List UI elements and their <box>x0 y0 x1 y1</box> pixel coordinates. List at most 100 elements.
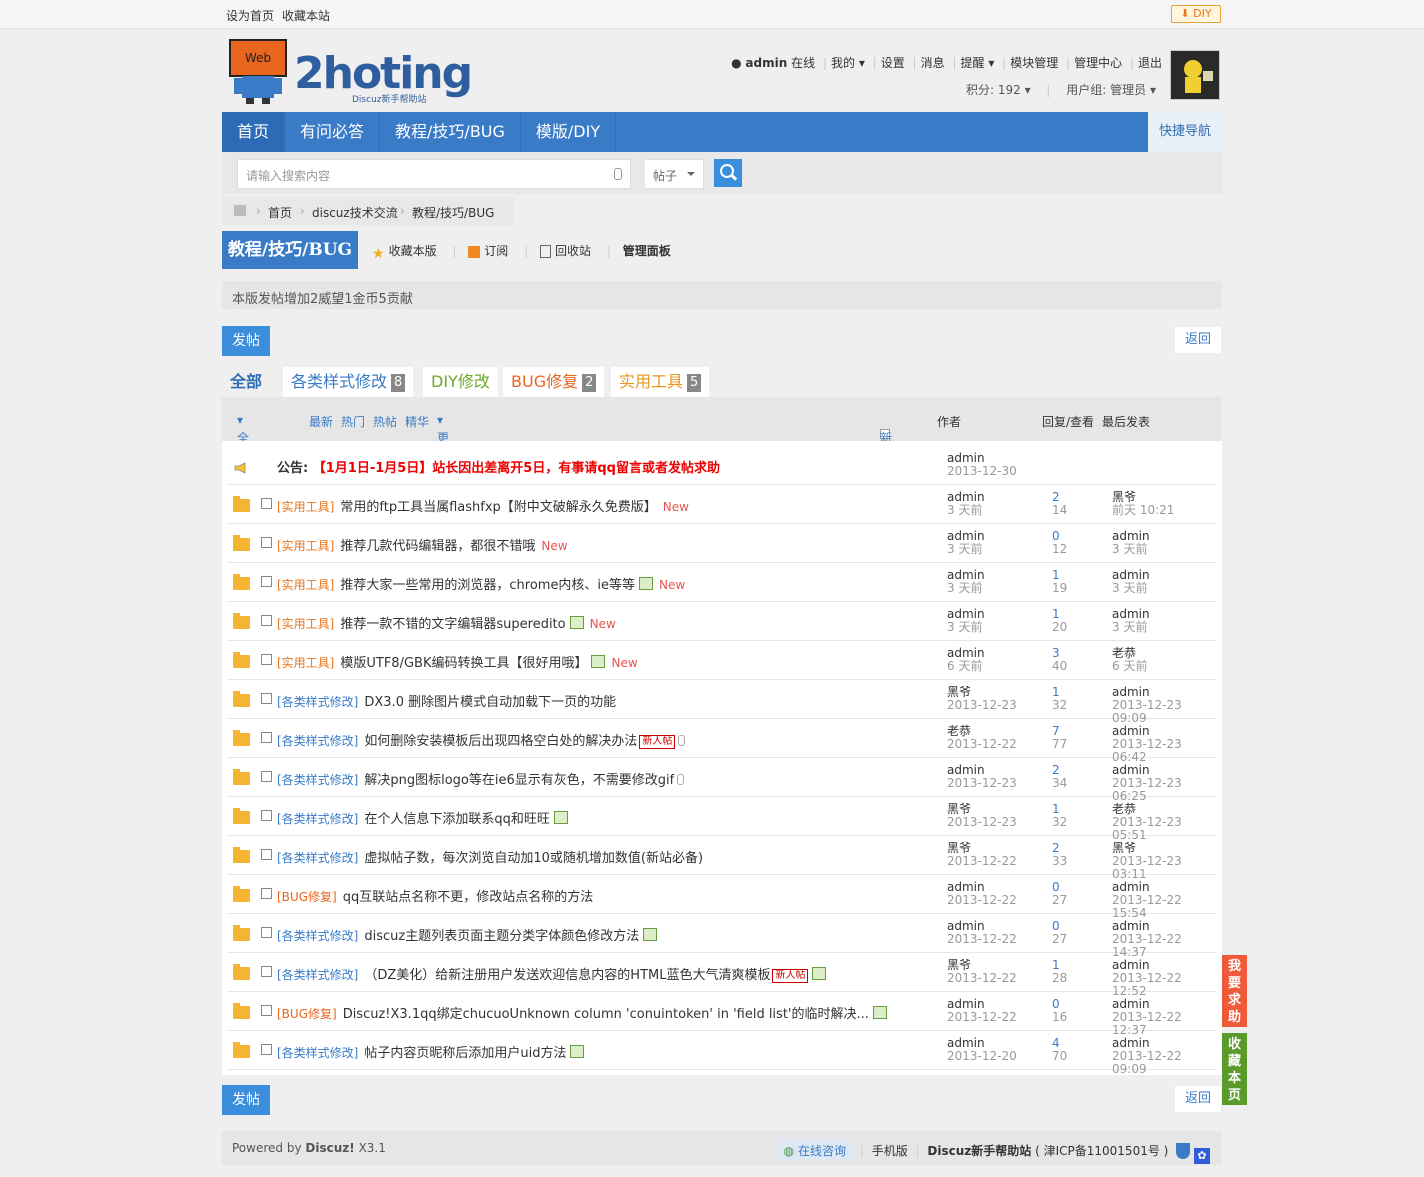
online-consult-button[interactable]: ◍ 在线咨询 <box>777 1140 852 1161</box>
thread-checkbox[interactable] <box>261 771 272 782</box>
thread-title-link[interactable]: 虚拟帖子数，每次浏览自动加10或随机增加数值(新站必备) <box>364 851 703 866</box>
mobile-link[interactable]: 手机版 <box>872 1144 908 1158</box>
set-home-link[interactable]: 设为首页 <box>226 9 274 23</box>
filter-more[interactable]: 更多 ▾ <box>437 413 449 462</box>
thread-type-link[interactable]: [实用工具] <box>277 500 334 514</box>
post-button[interactable]: 发帖 <box>222 326 270 356</box>
thread-title-link[interactable]: discuz主题列表页面主题分类字体颜色修改方法 <box>364 929 639 944</box>
tab-all[interactable]: 全部 <box>222 367 270 397</box>
microphone-icon[interactable] <box>614 168 622 180</box>
thread-type-link[interactable]: [各类样式修改] <box>277 734 358 748</box>
last-post-time[interactable]: 6 天前 <box>1112 660 1147 673</box>
breadcrumb-forum[interactable]: 教程/技巧/BUG <box>412 204 494 221</box>
recycle-bin-button[interactable]: 回收站 <box>540 244 591 258</box>
last-post-time[interactable]: 3 天前 <box>1112 543 1150 556</box>
thread-type-link[interactable]: [实用工具] <box>277 578 334 592</box>
thread-title-link[interactable]: qq互联站点名称不更，修改站点名称的方法 <box>343 890 594 905</box>
thread-title-link[interactable]: 常用的ftp工具当属flashfxp【附中文破解永久免费版】 <box>340 500 656 515</box>
thread-type-link[interactable]: [各类样式修改] <box>277 929 358 943</box>
post-button-bottom[interactable]: 发帖 <box>222 1085 270 1115</box>
thread-row[interactable]: [BUG修复] Discuz!X3.1qq绑定chucuoUnknown colu… <box>228 992 1216 1037</box>
filter-hot[interactable]: 热门 <box>341 413 365 430</box>
menu-messages[interactable]: 消息 <box>921 56 945 70</box>
tab-bug-fixes[interactable]: BUG修复 2 <box>503 367 605 397</box>
thread-checkbox[interactable] <box>261 849 272 860</box>
thread-row[interactable]: [各类样式修改] 解决png图标logo等在ie6显示有灰色，不需要修改gif ad… <box>228 758 1216 803</box>
menu-logout[interactable]: 退出 <box>1138 56 1162 70</box>
tab-tools[interactable]: 实用工具 5 <box>611 367 710 397</box>
thread-checkbox[interactable] <box>261 693 272 704</box>
thread-title-link[interactable]: 推荐一款不错的文字编辑器superedito <box>340 617 565 632</box>
thread-type-link[interactable]: [BUG修复] <box>277 890 337 904</box>
filter-latest[interactable]: 最新 <box>309 413 333 430</box>
thread-row[interactable]: [实用工具] 推荐大家一些常用的浏览器，chrome内核、ie等等 New admin… <box>228 563 1216 602</box>
favorite-forum-button[interactable]: ★ 收藏本版 <box>372 244 437 262</box>
subscribe-button[interactable]: 订阅 <box>468 244 508 258</box>
thread-checkbox[interactable] <box>261 1044 272 1055</box>
thread-checkbox[interactable] <box>261 498 272 509</box>
thread-row[interactable]: [BUG修复] qq互联站点名称不更，修改站点名称的方法 admin 2013-12-… <box>228 875 1216 920</box>
thread-checkbox[interactable] <box>261 1005 272 1016</box>
nav-item-tutorials[interactable]: 教程/技巧/BUG <box>380 112 521 152</box>
thread-title-link[interactable]: 如何删除安装模板后出现四格空白处的解决办法 <box>364 734 637 749</box>
nav-item-qa[interactable]: 有问必答 <box>285 112 381 152</box>
avatar[interactable] <box>1170 50 1220 100</box>
powered-brand-link[interactable]: Discuz! <box>305 1141 354 1155</box>
thread-row[interactable]: [实用工具] 推荐一款不错的文字编辑器superedito New admin 3 天前… <box>228 602 1216 641</box>
thread-checkbox[interactable] <box>261 732 272 743</box>
favorite-page-sidebar-button[interactable]: 收藏本页 <box>1222 1033 1247 1105</box>
menu-settings[interactable]: 设置 <box>881 56 905 70</box>
breadcrumb-forum-group[interactable]: discuz技术交流 <box>312 204 398 221</box>
filter-digest[interactable]: 精华 <box>405 413 429 430</box>
menu-module-admin[interactable]: 模块管理 <box>1010 56 1058 70</box>
thread-title-link[interactable]: 在个人信息下添加联系qq和旺旺 <box>364 812 550 827</box>
site-name-link[interactable]: Discuz新手帮助站 <box>927 1144 1031 1158</box>
last-post-time[interactable]: 3 天前 <box>1112 621 1150 634</box>
announcement-row[interactable]: 公告: 【1月1日-1月5日】站长因出差离开5日，有事请qq留言或者发帖求助 a… <box>228 446 1216 485</box>
thread-checkbox[interactable] <box>261 810 272 821</box>
thread-checkbox[interactable] <box>261 966 272 977</box>
search-type-select[interactable]: 帖子 <box>645 159 704 189</box>
search-input[interactable]: 请输入搜索内容 <box>237 159 631 189</box>
thread-title-link[interactable]: 推荐几款代码编辑器，都很不错哦 <box>340 539 535 554</box>
icp-link[interactable]: ( 津ICP备11001501号 ) <box>1035 1144 1168 1158</box>
thread-title-link[interactable]: DX3.0 删除图片模式自动加载下一页的功能 <box>364 695 616 710</box>
thread-row[interactable]: [实用工具] 常用的ftp工具当属flashfxp【附中文破解永久免费版】 New a… <box>228 485 1216 524</box>
thread-row[interactable]: [各类样式修改] 帖子内容页昵称后添加用户uid方法 admin 2013-12-20… <box>228 1031 1216 1076</box>
back-button-bottom[interactable]: 返回 <box>1175 1086 1221 1112</box>
thread-checkbox[interactable] <box>261 927 272 938</box>
paw-icon[interactable]: ✿ <box>1194 1148 1210 1164</box>
thread-title-link[interactable]: 推荐大家一些常用的浏览器，chrome内核、ie等等 <box>340 578 635 593</box>
thread-row[interactable]: [实用工具] 推荐几款代码编辑器，都很不错哦 New admin 3 天前 0 12 admi… <box>228 524 1216 563</box>
thread-row[interactable]: [各类样式修改] 在个人信息下添加联系qq和旺旺 黑爷 2013-12-23 1 32 老恭… <box>228 797 1216 842</box>
thread-type-link[interactable]: [BUG修复] <box>277 1007 337 1021</box>
menu-reminders[interactable]: 提醒 <box>960 56 984 70</box>
last-post-time[interactable]: 2013-12-22 09:09 <box>1112 1050 1216 1076</box>
last-post-time[interactable]: 3 天前 <box>1112 582 1150 595</box>
search-button[interactable] <box>714 159 742 187</box>
filter-hot-threads[interactable]: 热帖 <box>373 413 397 430</box>
nav-item-templates[interactable]: 模版/DIY <box>521 112 617 152</box>
thread-row[interactable]: [各类样式修改] （DZ美化）给新注册用户发送欢迎信息内容的HTML蓝色大气清爽模… <box>228 953 1216 998</box>
thread-title-link[interactable]: 解决png图标logo等在ie6显示有灰色，不需要修改gif <box>364 773 674 788</box>
diy-button[interactable]: ⬇ DIY <box>1171 5 1221 23</box>
thread-row[interactable]: [各类样式修改] 虚拟帖子数，每次浏览自动加10或随机增加数值(新站必备) 黑爷 20… <box>228 836 1216 881</box>
thread-title-link[interactable]: Discuz!X3.1qq绑定chucuoUnknown column 'con… <box>343 1007 869 1022</box>
thread-title-link[interactable]: （DZ美化）给新注册用户发送欢迎信息内容的HTML蓝色大气清爽模板 <box>364 968 770 983</box>
thread-type-link[interactable]: [实用工具] <box>277 656 334 670</box>
menu-my[interactable]: 我的 <box>831 56 855 70</box>
thread-row[interactable]: [各类样式修改] discuz主题列表页面主题分类字体颜色修改方法 admin 201… <box>228 914 1216 959</box>
quick-nav-button[interactable]: 快捷导航 <box>1148 112 1222 152</box>
tab-diy-mods[interactable]: DIY修改 <box>423 367 498 397</box>
logo-mascot-icon[interactable]: Web <box>228 38 288 104</box>
credits[interactable]: 积分: 192 <box>966 83 1021 97</box>
announcement-text[interactable]: 【1月1日-1月5日】站长因出差离开5日，有事请qq留言或者发帖求助 <box>313 461 720 476</box>
thread-type-link[interactable]: [各类样式修改] <box>277 968 358 982</box>
thread-type-link[interactable]: [各类样式修改] <box>277 1046 358 1060</box>
thread-type-link[interactable]: [各类样式修改] <box>277 695 358 709</box>
thread-type-link[interactable]: [实用工具] <box>277 617 334 631</box>
thread-type-link[interactable]: [实用工具] <box>277 539 334 553</box>
thread-checkbox[interactable] <box>261 654 272 665</box>
thread-type-link[interactable]: [各类样式修改] <box>277 812 358 826</box>
admin-panel-button[interactable]: 管理面板 <box>623 244 671 258</box>
